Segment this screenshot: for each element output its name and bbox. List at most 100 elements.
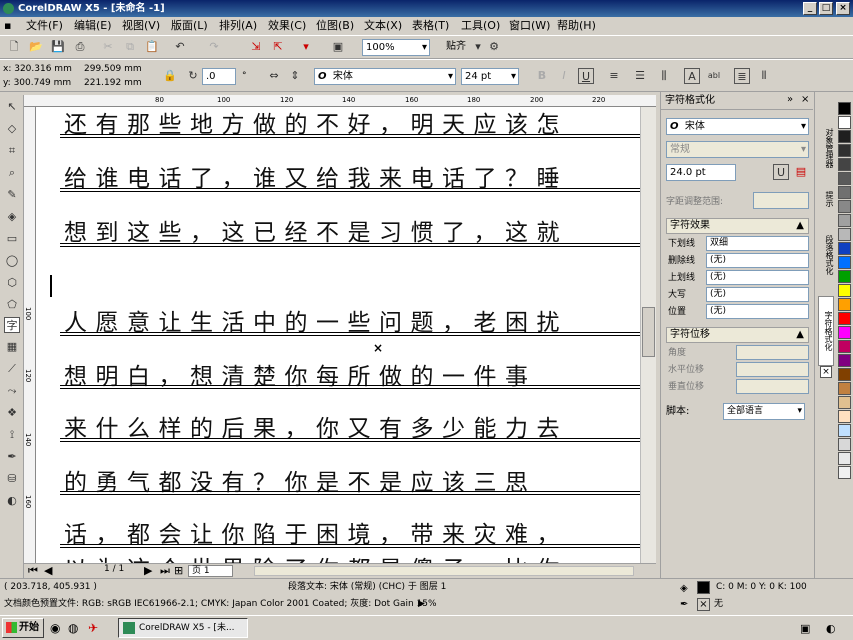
options-icon[interactable]: ⚙ bbox=[486, 39, 502, 55]
menu-edit[interactable]: 编辑(E) bbox=[74, 18, 112, 34]
color-swatch[interactable] bbox=[838, 172, 851, 185]
color-swatch[interactable] bbox=[838, 200, 851, 213]
redo-icon[interactable]: ↷ bbox=[206, 39, 222, 55]
effect-select[interactable]: 双细 bbox=[706, 236, 809, 251]
tab-hints[interactable]: 提示 bbox=[818, 184, 834, 214]
fill-swatch[interactable] bbox=[697, 581, 710, 594]
rotate-icon[interactable]: ↻ bbox=[185, 68, 201, 84]
vertical-ruler[interactable]: 100 120 140 160 bbox=[24, 107, 36, 567]
tray-volume-icon[interactable]: ◐ bbox=[826, 622, 836, 635]
start-button[interactable]: 开始 bbox=[2, 618, 44, 638]
maximize-button[interactable]: □ bbox=[819, 2, 833, 15]
prev-page-icon[interactable]: ◀ bbox=[44, 564, 52, 577]
tab-character-format[interactable]: 字符格式化 bbox=[818, 296, 834, 366]
export-icon[interactable]: ⇱ bbox=[270, 39, 286, 55]
color-swatch[interactable] bbox=[838, 396, 851, 409]
color-swatch[interactable] bbox=[838, 368, 851, 381]
interactive-fill-icon[interactable]: ◐ bbox=[4, 493, 20, 509]
pick-tool-icon[interactable]: ↖ bbox=[4, 99, 20, 115]
import-icon[interactable]: ⇲ bbox=[248, 39, 264, 55]
color-swatch[interactable] bbox=[838, 228, 851, 241]
taskbar-item-coreldraw[interactable]: CorelDRAW X5 - [未... bbox=[118, 618, 248, 638]
outline-pen-icon[interactable]: ✒ bbox=[4, 449, 20, 465]
add-page-icon[interactable]: ⊞ bbox=[174, 564, 183, 577]
docker-size-field[interactable]: 24.0 pt bbox=[666, 164, 736, 181]
vertical-text-icon[interactable]: ⦀ bbox=[756, 68, 772, 84]
menu-file[interactable]: 文件(F) bbox=[26, 18, 63, 34]
color-swatch[interactable] bbox=[838, 410, 851, 423]
mirror-horizontal-icon[interactable]: ⇔ bbox=[266, 68, 282, 84]
menu-text[interactable]: 文本(X) bbox=[364, 18, 402, 34]
cut-icon[interactable]: ✂ bbox=[100, 39, 116, 55]
tab-paragraph-format[interactable]: 段落格式化 bbox=[818, 220, 834, 290]
color-swatch[interactable] bbox=[838, 298, 851, 311]
underline-icon[interactable]: U bbox=[578, 68, 594, 84]
first-page-icon[interactable]: ⏮ bbox=[28, 564, 38, 578]
color-swatch[interactable] bbox=[838, 158, 851, 171]
minimize-button[interactable]: _ bbox=[803, 2, 817, 15]
color-swatch[interactable] bbox=[838, 438, 851, 451]
shift-section[interactable]: 字符位移 ▲ bbox=[666, 327, 809, 343]
script-select[interactable]: 全部语言 ▾ bbox=[723, 403, 805, 420]
color-swatch[interactable] bbox=[838, 144, 851, 157]
rectangle-tool-icon[interactable]: ▭ bbox=[4, 231, 20, 247]
color-swatch[interactable] bbox=[838, 130, 851, 143]
new-icon[interactable]: 🗋 bbox=[6, 39, 22, 55]
menu-arrange[interactable]: 排列(A) bbox=[219, 18, 257, 34]
underline-icon[interactable]: U bbox=[773, 164, 789, 180]
shift-field[interactable] bbox=[736, 362, 809, 377]
scroll-thumb[interactable] bbox=[642, 307, 655, 357]
shape-tool-icon[interactable]: ◇ bbox=[4, 121, 20, 137]
color-swatch[interactable] bbox=[838, 382, 851, 395]
x-coordinate-field[interactable]: x: 320.316 mm bbox=[3, 63, 72, 75]
tray-network-icon[interactable]: ▣ bbox=[800, 622, 810, 635]
app-shortcut-icon[interactable]: ✈ bbox=[88, 621, 98, 635]
font-size-list[interactable]: 24 pt ▾ bbox=[461, 68, 519, 85]
menu-view[interactable]: 视图(V) bbox=[122, 18, 160, 34]
menu-window[interactable]: 窗口(W) bbox=[509, 18, 550, 34]
effect-select[interactable]: (无) bbox=[706, 287, 809, 302]
color-swatch[interactable] bbox=[838, 452, 851, 465]
shift-field[interactable] bbox=[736, 345, 809, 360]
bullet-list-icon[interactable]: ☰ bbox=[632, 68, 648, 84]
color-swatch[interactable] bbox=[838, 424, 851, 437]
open-icon[interactable]: 📂 bbox=[28, 39, 44, 55]
color-icon[interactable]: ▤ bbox=[793, 164, 809, 180]
effects-section[interactable]: 字符效果 ▲ bbox=[666, 218, 809, 234]
connector-tool-icon[interactable]: ⤳ bbox=[4, 383, 20, 399]
character-format-icon[interactable]: A bbox=[684, 68, 700, 84]
tab-page-1[interactable]: 页 1 bbox=[188, 565, 233, 577]
crop-tool-icon[interactable]: ⌗ bbox=[4, 143, 20, 159]
close-button[interactable]: × bbox=[836, 2, 850, 15]
browser-icon[interactable]: ◉ bbox=[50, 621, 60, 635]
tab-object-manager[interactable]: 对象管理器 bbox=[818, 118, 834, 178]
text-tool-icon[interactable]: 字 bbox=[4, 317, 20, 333]
horizontal-ruler[interactable]: 80 100 120 140 160 180 200 220 bbox=[24, 95, 656, 107]
zoom-select[interactable]: 100% ▾ bbox=[362, 39, 430, 56]
italic-icon[interactable]: I bbox=[556, 68, 572, 84]
undo-icon[interactable]: ↶ bbox=[172, 39, 188, 55]
print-icon[interactable]: ⎙ bbox=[72, 39, 88, 55]
mirror-vertical-icon[interactable]: ⇕ bbox=[287, 68, 303, 84]
edit-text-icon[interactable]: abl bbox=[706, 68, 722, 84]
copy-icon[interactable]: ⧉ bbox=[122, 39, 138, 55]
y-coordinate-field[interactable]: y: 300.749 mm bbox=[3, 77, 71, 89]
effect-select[interactable]: (无) bbox=[706, 253, 809, 268]
menu-help[interactable]: 帮助(H) bbox=[557, 18, 596, 34]
welcome-icon[interactable]: ▣ bbox=[330, 39, 346, 55]
polygon-tool-icon[interactable]: ⬡ bbox=[4, 275, 20, 291]
vertical-scrollbar[interactable] bbox=[640, 107, 656, 567]
next-page-icon[interactable]: ▶ bbox=[144, 564, 152, 577]
chevron-right-icon[interactable]: ▶ bbox=[418, 595, 425, 614]
color-swatch[interactable] bbox=[838, 326, 851, 339]
chevron-down-icon[interactable]: ▾ bbox=[470, 39, 486, 55]
smart-fill-icon[interactable]: ◈ bbox=[4, 209, 20, 225]
menu-bitmaps[interactable]: 位图(B) bbox=[316, 18, 354, 34]
color-swatch[interactable] bbox=[838, 242, 851, 255]
color-swatch[interactable] bbox=[838, 340, 851, 353]
font-list[interactable]: O 宋体 ▾ bbox=[314, 68, 456, 85]
menu-table[interactable]: 表格(T) bbox=[412, 18, 449, 34]
docker-expand-icon[interactable]: » bbox=[787, 94, 793, 105]
save-icon[interactable]: 💾 bbox=[50, 39, 66, 55]
ellipse-tool-icon[interactable]: ◯ bbox=[4, 253, 20, 269]
